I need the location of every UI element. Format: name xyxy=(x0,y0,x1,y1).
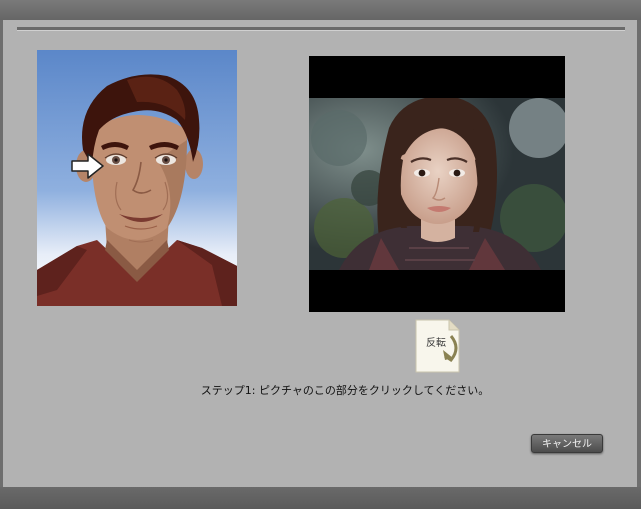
guide-face-illustration xyxy=(37,50,237,306)
flip-button[interactable]: 反転 xyxy=(413,318,463,374)
source-photo-frame xyxy=(309,56,565,312)
panel-divider xyxy=(17,27,625,31)
right-arrow-icon xyxy=(71,153,104,179)
flip-label: 反転 xyxy=(426,338,446,349)
instruction-text: ステップ1: ピクチャのこの部分をクリックしてください。 xyxy=(200,384,490,397)
source-photo[interactable] xyxy=(309,98,565,270)
window-top-bar xyxy=(0,0,641,20)
cancel-button[interactable]: キャンセル xyxy=(531,434,603,453)
portrait-photo xyxy=(309,98,565,270)
window-bottom-bar xyxy=(0,487,641,509)
guide-illustration xyxy=(37,50,237,306)
